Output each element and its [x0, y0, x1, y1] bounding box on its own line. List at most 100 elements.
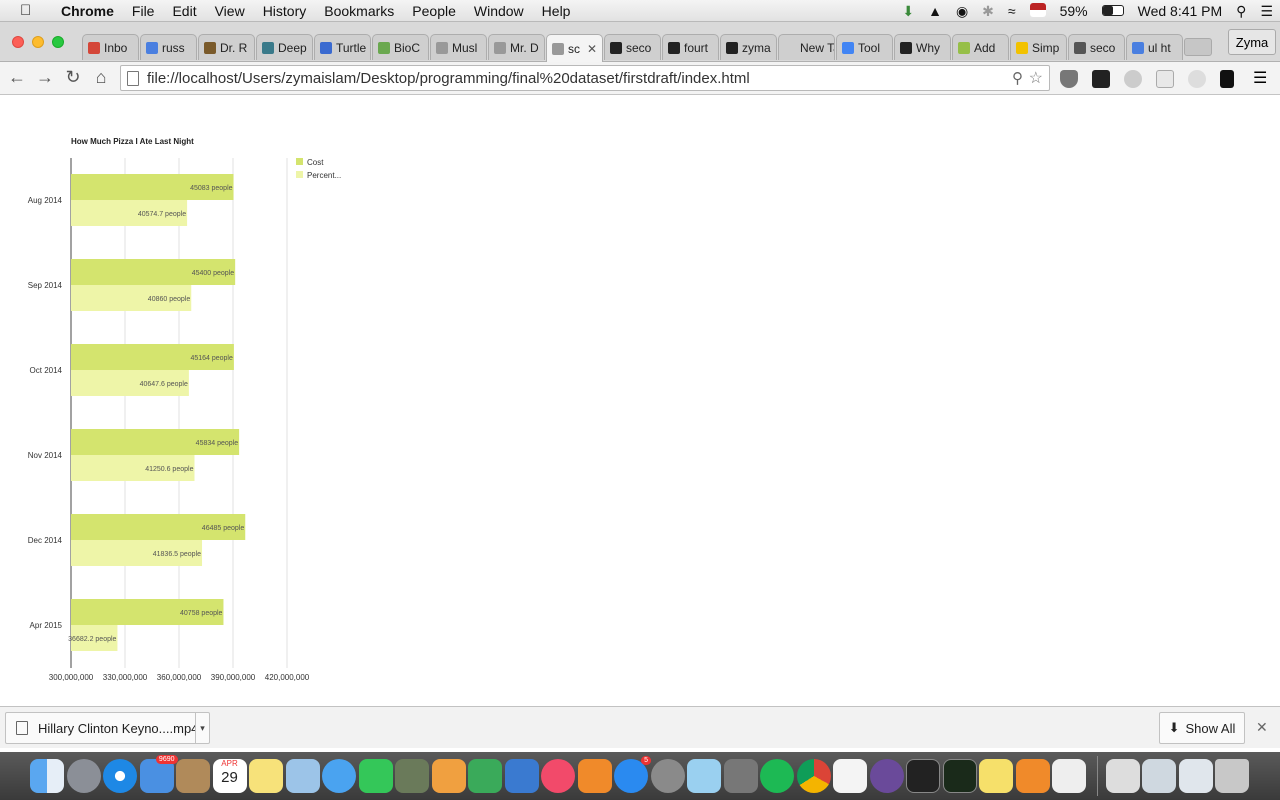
bookmark-extension-icon[interactable] — [1220, 70, 1234, 88]
browser-tab[interactable]: russ — [140, 34, 197, 60]
download-filename[interactable]: Hillary Clinton Keyno....mp4 — [38, 721, 195, 736]
close-window-button[interactable] — [12, 36, 24, 48]
app-store-icon[interactable]: 5 — [614, 756, 651, 793]
ibooks-icon[interactable] — [577, 759, 612, 793]
chevron-down-icon[interactable]: ▾ — [195, 713, 209, 743]
documents-stack-icon[interactable] — [1142, 759, 1176, 793]
zoom-icon[interactable]: ⚲ — [1012, 69, 1023, 87]
menu-help[interactable]: Help — [533, 3, 580, 19]
forward-icon[interactable]: → — [34, 67, 56, 88]
sync-icon[interactable]: ◉ — [949, 3, 975, 20]
mail-icon[interactable]: 9690 — [139, 755, 178, 793]
pocket-icon[interactable] — [1060, 70, 1078, 88]
sketch-icon[interactable] — [687, 759, 721, 793]
textedit-icon[interactable] — [1052, 759, 1086, 793]
browser-tab[interactable]: Simp — [1010, 34, 1067, 60]
drive-icon[interactable]: ▲ — [921, 3, 949, 19]
back-icon[interactable]: ← — [6, 67, 28, 88]
browser-tab[interactable]: Why — [894, 34, 951, 60]
document-extension-icon[interactable] — [1156, 70, 1174, 88]
keynote-icon[interactable] — [504, 759, 539, 793]
zoom-window-button[interactable] — [52, 36, 64, 48]
menu-edit[interactable]: Edit — [163, 3, 205, 19]
notes-icon[interactable] — [249, 759, 283, 793]
numbers-icon[interactable] — [468, 759, 502, 793]
calendar-icon[interactable]: APR 29 — [212, 759, 247, 793]
browser-tab[interactable]: Inbo — [82, 34, 139, 60]
menu-bookmarks[interactable]: Bookmarks — [315, 3, 403, 19]
system-preferences-icon[interactable] — [650, 759, 685, 793]
stickies-icon[interactable] — [979, 759, 1013, 793]
safari-icon[interactable] — [103, 759, 137, 793]
bluetooth-icon[interactable]: ✱ — [975, 3, 1001, 20]
messages-icon[interactable] — [322, 759, 356, 793]
tab-close-icon[interactable]: ✕ — [587, 42, 597, 56]
menu-window[interactable]: Window — [465, 3, 533, 19]
browser-tab[interactable]: Mr. D — [488, 34, 545, 60]
terminal-icon[interactable] — [906, 759, 940, 793]
flag-icon[interactable] — [1023, 2, 1053, 20]
home-icon[interactable]: ⌂ — [90, 67, 112, 88]
browser-tab[interactable]: Deep — [256, 34, 313, 60]
spotlight-icon[interactable]: ⚲ — [1229, 3, 1253, 20]
browser-tab[interactable]: fourt — [662, 34, 719, 60]
address-bar[interactable]: file://localhost/Users/zymaislam/Desktop… — [120, 65, 1050, 91]
download-tray-icon[interactable]: ⬇ — [895, 3, 921, 20]
browser-tab[interactable]: BioC — [372, 34, 429, 60]
github-icon[interactable] — [869, 759, 904, 793]
contacts-icon[interactable] — [176, 759, 210, 793]
battery-percent[interactable]: 59% — [1053, 3, 1095, 19]
chrome-menu-icon[interactable]: ☰ — [1253, 68, 1271, 87]
menu-people[interactable]: People — [403, 3, 465, 19]
shield-extension-icon[interactable] — [1124, 70, 1142, 88]
browser-tab[interactable]: Turtle — [314, 34, 371, 60]
browser-tab[interactable]: Tool — [836, 34, 893, 60]
browser-tab[interactable]: seco — [1068, 34, 1125, 60]
launchpad-icon[interactable] — [66, 759, 101, 793]
clock[interactable]: Wed 8:41 PM — [1131, 3, 1230, 19]
browser-tab[interactable]: zyma — [720, 34, 777, 60]
menu-history[interactable]: History — [254, 3, 316, 19]
facetime-icon[interactable] — [358, 759, 393, 793]
calculator-icon[interactable] — [723, 759, 758, 793]
preview-icon[interactable] — [285, 759, 320, 793]
legend-label[interactable]: Cost — [307, 158, 324, 167]
close-icon[interactable]: ✕ — [1256, 719, 1268, 736]
notification-center-icon[interactable]: ☰ — [1253, 3, 1280, 20]
quote-extension-icon[interactable] — [1092, 70, 1110, 88]
text-document-icon[interactable] — [833, 759, 867, 793]
finder-icon[interactable] — [30, 759, 64, 793]
browser-tab[interactable]: sc ✕ — [546, 34, 603, 62]
photo-booth-icon[interactable] — [395, 759, 429, 793]
browser-tab[interactable]: ul ht — [1126, 34, 1183, 60]
download-item[interactable]: Hillary Clinton Keyno....mp4 ▾ — [5, 712, 210, 744]
activity-monitor-icon[interactable] — [942, 759, 977, 793]
apple-icon[interactable]:  — [20, 2, 38, 19]
menu-app-name[interactable]: Chrome — [52, 3, 123, 19]
reload-icon[interactable]: ↻ — [62, 67, 84, 88]
menu-view[interactable]: View — [206, 3, 254, 19]
circle-extension-icon[interactable] — [1188, 70, 1206, 88]
chrome-icon[interactable] — [796, 759, 831, 793]
bookmark-star-icon[interactable]: ☆ — [1029, 68, 1043, 88]
browser-tab[interactable]: seco — [604, 34, 661, 60]
spotify-icon[interactable] — [760, 759, 794, 793]
menu-file[interactable]: File — [123, 3, 164, 19]
sublime-icon[interactable] — [1015, 759, 1050, 793]
browser-tab[interactable]: Add — [952, 34, 1009, 60]
address-url[interactable]: file://localhost/Users/zymaislam/Desktop… — [147, 70, 750, 87]
browser-tab[interactable]: Musl — [430, 34, 487, 60]
minimize-window-button[interactable] — [32, 36, 44, 48]
browser-tab[interactable]: Dr. R — [198, 34, 255, 60]
show-all-downloads-button[interactable]: ⬇ Show All — [1159, 712, 1245, 744]
profile-button[interactable]: Zyma — [1228, 29, 1276, 55]
desktop-stack-icon[interactable] — [1178, 759, 1213, 793]
wifi-icon[interactable]: ≈ — [1001, 3, 1023, 19]
downloads-stack-icon[interactable] — [1105, 759, 1140, 793]
itunes-icon[interactable] — [541, 759, 575, 793]
battery-icon[interactable] — [1095, 3, 1131, 19]
new-tab-button[interactable] — [1184, 38, 1212, 56]
pages-icon[interactable] — [431, 759, 466, 793]
browser-tab[interactable]: New Tab — [778, 34, 835, 60]
trash-icon[interactable] — [1215, 759, 1249, 793]
